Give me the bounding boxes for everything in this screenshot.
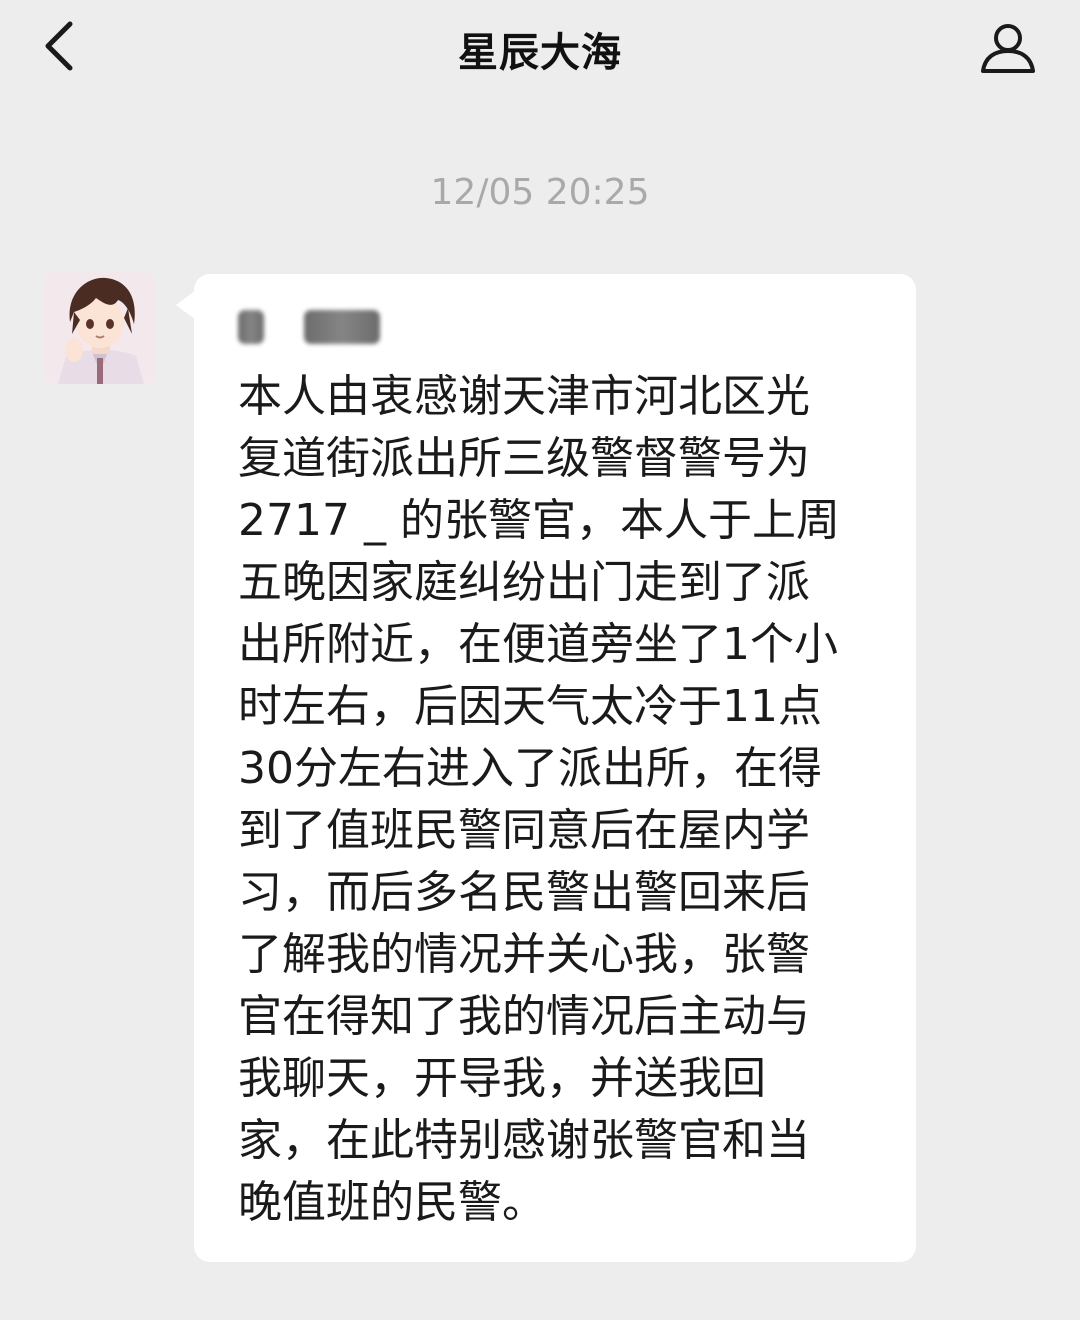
chat-screen: 星辰大海 12/05 20:25 本人由衷感谢天津市河北区光 复道街派出所三级警…: [0, 0, 1080, 1320]
message-text: 本人由衷感谢天津市河北区光 复道街派出所三级警督警号为 2717 _ 的张警官，…: [238, 371, 840, 1228]
message-timestamp: 12/05 20:25: [430, 172, 650, 213]
anime-boy-avatar: [44, 272, 156, 384]
nav-bar: 星辰大海: [0, 0, 1080, 96]
bubble-arrow: [176, 290, 196, 320]
chat-title: 星辰大海: [458, 30, 622, 76]
person-icon: [981, 24, 1035, 73]
avatar[interactable]: [44, 272, 156, 384]
message-bubble[interactable]: 本人由衷感谢天津市河北区光 复道街派出所三级警督警号为 2717 _ 的张警官，…: [194, 274, 916, 1262]
profile-button[interactable]: [974, 14, 1042, 82]
redacted-sender-name: [238, 304, 384, 356]
